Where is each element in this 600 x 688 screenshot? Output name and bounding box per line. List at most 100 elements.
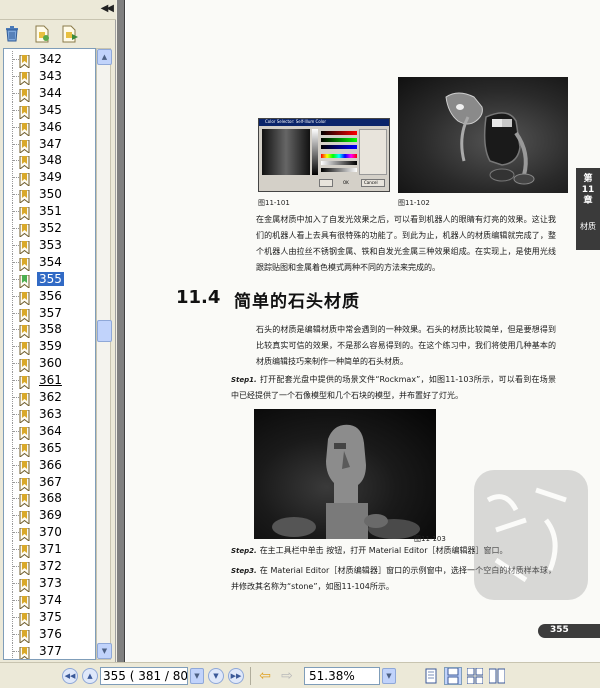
bookmark-item[interactable]: 348 <box>4 152 95 171</box>
bookmarks-panel: ◀◀ 342 343 344 345 346 347 348 349 350 351 352 353 3… <box>0 0 116 662</box>
bookmark-list-scrollbar[interactable]: ▲ ▼ <box>96 48 112 660</box>
bookmark-label: 356 <box>39 288 62 303</box>
bookmark-item[interactable]: 352 <box>4 220 95 239</box>
zoom-dropdown-icon[interactable]: ▼ <box>382 668 396 684</box>
chapter-tab-label: 第11章 <box>581 174 595 206</box>
bookmark-item[interactable]: 363 <box>4 405 95 424</box>
bookmark-icon <box>19 154 30 171</box>
bookmark-icon <box>19 543 30 560</box>
bookmark-item[interactable]: 344 <box>4 84 95 103</box>
bookmark-item[interactable]: 351 <box>4 203 95 222</box>
bookmark-item[interactable]: 364 <box>4 422 95 441</box>
page-number-field[interactable]: 355 ( 381 / 80 <box>100 667 188 685</box>
bookmark-label: 365 <box>39 440 62 455</box>
bookmark-label: 342 <box>39 52 62 66</box>
bookmark-item[interactable]: 350 <box>4 186 95 205</box>
bookmark-properties-icon[interactable] <box>60 24 80 44</box>
bookmark-item[interactable]: 346 <box>4 118 95 137</box>
bookmark-item[interactable]: 354 <box>4 253 95 272</box>
zoom-field[interactable]: 51.38% <box>304 667 380 685</box>
bookmark-label: 354 <box>39 254 62 269</box>
bookmark-icon <box>19 188 30 205</box>
bookmark-item[interactable]: 374 <box>4 591 95 610</box>
bookmark-icon <box>19 70 30 86</box>
bookmark-item[interactable]: 372 <box>4 558 95 577</box>
bookmark-item[interactable]: 361 <box>4 372 95 391</box>
bookmark-item[interactable]: 362 <box>4 389 95 408</box>
bookmark-icon <box>19 611 30 627</box>
bookmark-item[interactable]: 349 <box>4 169 95 188</box>
last-page-icon[interactable]: ▶▶ <box>228 668 244 684</box>
next-page-icon[interactable]: ▼ <box>208 668 224 684</box>
bookmark-label: 355 <box>37 271 64 286</box>
bookmark-icon <box>19 645 30 659</box>
collapse-panel-icon[interactable]: ◀◀ <box>101 3 114 14</box>
bookmark-icon <box>19 171 30 188</box>
continuous-view-icon[interactable] <box>444 667 462 685</box>
figure-11-101: Color Selector: Self-Illum Color OK Canc… <box>258 118 390 192</box>
bookmark-icon <box>19 425 30 441</box>
bookmark-icon <box>19 577 30 593</box>
bookmark-icon <box>19 239 30 255</box>
continuous-facing-view-icon[interactable] <box>488 667 506 685</box>
page-dropdown-icon[interactable]: ▼ <box>190 668 204 684</box>
facing-view-icon[interactable] <box>466 667 484 685</box>
bookmark-item[interactable]: 376 <box>4 625 95 644</box>
figure-11-102 <box>398 77 568 193</box>
bookmark-item[interactable]: 367 <box>4 473 95 492</box>
bookmark-icon <box>19 121 30 137</box>
bookmark-label: 358 <box>39 322 62 337</box>
bookmark-icon <box>19 323 30 340</box>
bookmark-item[interactable]: 360 <box>4 355 95 374</box>
bookmark-item[interactable]: 368 <box>4 490 95 509</box>
bookmark-icon <box>19 222 30 239</box>
bookmark-label: 377 <box>39 643 62 658</box>
scroll-up-icon[interactable]: ▲ <box>97 49 112 65</box>
bookmark-item[interactable]: 353 <box>4 236 95 255</box>
dialog-cancel-label: Cancel <box>364 180 378 185</box>
bookmark-item[interactable]: 377 <box>4 642 95 659</box>
bookmark-item[interactable]: 373 <box>4 574 95 593</box>
bookmark-label: 347 <box>39 136 62 151</box>
scroll-down-icon[interactable]: ▼ <box>97 643 112 659</box>
bookmark-item[interactable]: 345 <box>4 101 95 120</box>
scroll-thumb[interactable] <box>97 320 112 342</box>
trash-icon[interactable] <box>2 24 22 44</box>
bookmark-icon <box>19 476 30 492</box>
bookmark-label: 373 <box>39 575 62 590</box>
bookmark-item[interactable]: 369 <box>4 507 95 526</box>
first-page-icon[interactable]: ◀◀ <box>62 668 78 684</box>
bookmark-item[interactable]: 370 <box>4 524 95 543</box>
single-page-view-icon[interactable] <box>422 667 440 685</box>
bookmark-item[interactable]: 355 <box>4 270 95 289</box>
previous-page-icon[interactable]: ▲ <box>82 668 98 684</box>
bookmark-item[interactable]: 342 <box>4 51 95 70</box>
bookmark-item[interactable]: 358 <box>4 321 95 340</box>
go-forward-icon[interactable]: ⇨ <box>278 667 296 685</box>
bookmark-icon <box>19 205 30 222</box>
bookmark-icon <box>19 53 30 70</box>
bookmark-item[interactable]: 343 <box>4 67 95 86</box>
bookmark-icon <box>19 442 30 458</box>
bookmark-item[interactable]: 371 <box>4 541 95 560</box>
bookmark-item[interactable]: 359 <box>4 338 95 357</box>
bookmark-item[interactable]: 356 <box>4 287 95 306</box>
bookmark-icon <box>19 87 30 103</box>
bookmark-label: 364 <box>39 423 62 438</box>
bookmark-item[interactable]: 365 <box>4 439 95 458</box>
bookmark-icon <box>19 459 30 475</box>
watermark-stamp <box>474 470 588 600</box>
go-back-icon[interactable]: ⇦ <box>256 667 274 685</box>
bookmark-item[interactable]: 366 <box>4 456 95 475</box>
bookmark-label: 359 <box>39 339 62 354</box>
chapter-subtitle: 材质 <box>580 222 596 231</box>
bookmark-item[interactable]: 357 <box>4 304 95 323</box>
bookmark-icon <box>19 273 30 289</box>
bookmark-list[interactable]: 342 343 344 345 346 347 348 349 350 351 352 353 354 3… <box>3 48 96 660</box>
bookmark-item[interactable]: 375 <box>4 608 95 627</box>
bookmark-item[interactable]: 347 <box>4 135 95 154</box>
paragraph-2: 石头的材质是编辑材质中常会遇到的一种效果。石头的材质比较简单，但是要想得到比较真… <box>256 325 556 366</box>
new-bookmark-icon[interactable] <box>32 24 52 44</box>
toolbar-separator <box>250 667 251 685</box>
bookmark-icon <box>19 256 30 272</box>
